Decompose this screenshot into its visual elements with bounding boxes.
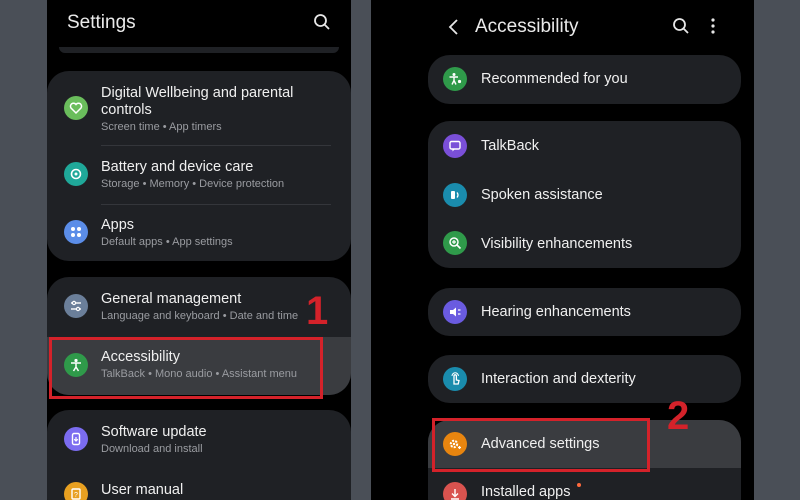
touch-icon: [443, 367, 467, 391]
step-number-2: 2: [667, 394, 690, 438]
page-title: Accessibility: [475, 16, 579, 37]
item-title: Battery and device care: [101, 159, 254, 175]
page-title: Settings: [67, 12, 136, 33]
item-title: Hearing enhancements: [481, 304, 631, 320]
accessibility-card: Interaction and dexterity: [428, 355, 741, 403]
settings-screen: Settings Digital Wellbeing and parental c…: [47, 0, 351, 500]
card-edge: [59, 47, 339, 53]
talkback-icon: [443, 134, 467, 158]
item-title: Digital Wellbeing and parental controls: [101, 85, 294, 118]
settings-item-battery[interactable]: Battery and device care Storage • Memory…: [47, 146, 351, 204]
hearing-icon: [443, 300, 467, 324]
update-icon: [64, 427, 88, 451]
item-title: Apps: [101, 217, 135, 233]
more-options-icon[interactable]: [702, 15, 724, 37]
accessibility-item-spoken-assistance[interactable]: Spoken assistance: [428, 170, 741, 219]
manual-icon: ?: [64, 482, 88, 500]
item-subtitle: Screen time • App timers: [101, 121, 222, 133]
accessibility-card: Hearing enhancements: [428, 288, 741, 336]
item-title: Visibility enhancements: [481, 236, 633, 252]
spoken-icon: [443, 183, 467, 207]
item-title: Recommended for you: [481, 71, 628, 87]
item-title: Spoken assistance: [481, 187, 603, 203]
settings-card: Software update Download and install ? U…: [47, 410, 351, 500]
accessibility-item-installed-apps[interactable]: Installed apps: [428, 470, 741, 500]
item-title: Interaction and dexterity: [481, 371, 636, 387]
accessibility-star-icon: [443, 67, 467, 91]
accessibility-item-hearing[interactable]: Hearing enhancements: [428, 288, 741, 336]
item-title: Installed apps: [481, 484, 571, 500]
step-number-1: 1: [306, 289, 329, 333]
magnify-icon: [443, 231, 467, 255]
settings-item-user-manual[interactable]: ? User manual: [47, 470, 351, 500]
accessibility-item-talkback[interactable]: TalkBack: [428, 121, 741, 170]
svg-text:?: ?: [74, 492, 78, 499]
search-icon[interactable]: [311, 11, 333, 33]
item-title: Software update: [101, 424, 207, 440]
accessibility-item-interaction[interactable]: Interaction and dexterity: [428, 355, 741, 403]
sliders-icon: [64, 294, 88, 318]
settings-item-software-update[interactable]: Software update Download and install: [47, 410, 351, 468]
settings-card: Digital Wellbeing and parental controls S…: [47, 71, 351, 261]
apps-grid-icon: [64, 220, 88, 244]
item-subtitle: Language and keyboard • Date and time: [101, 310, 299, 322]
item-title: User manual: [101, 482, 184, 498]
highlight-box-advanced-settings: [432, 418, 650, 472]
accessibility-card: Recommended for you: [428, 55, 741, 104]
settings-item-apps[interactable]: Apps Default apps • App settings: [47, 205, 351, 261]
back-arrow-icon[interactable]: [443, 16, 465, 38]
download-icon: [443, 482, 467, 500]
battery-care-icon: [64, 162, 88, 186]
item-title: TalkBack: [481, 138, 540, 154]
item-subtitle: Default apps • App settings: [101, 236, 233, 248]
accessibility-card: TalkBack Spoken assistance Visibility en…: [428, 121, 741, 268]
highlight-box-accessibility: [49, 337, 323, 399]
settings-item-digital-wellbeing[interactable]: Digital Wellbeing and parental controls S…: [47, 71, 351, 144]
item-subtitle: Storage • Memory • Device protection: [101, 178, 285, 190]
accessibility-item-recommended[interactable]: Recommended for you: [428, 55, 741, 104]
item-subtitle: Download and install: [101, 443, 203, 455]
accessibility-item-visibility[interactable]: Visibility enhancements: [428, 219, 741, 268]
new-badge-dot: [577, 483, 581, 487]
item-title: General management: [101, 291, 242, 307]
heart-icon: [64, 96, 88, 120]
search-icon[interactable]: [670, 15, 692, 37]
